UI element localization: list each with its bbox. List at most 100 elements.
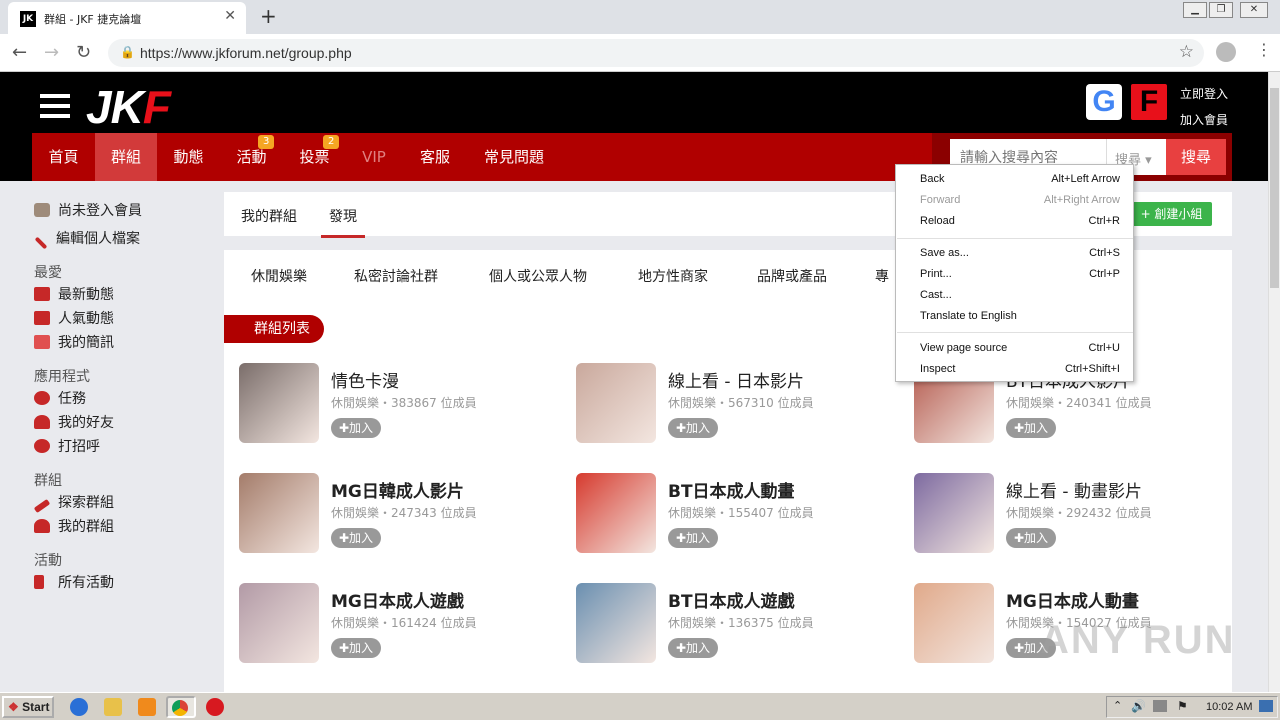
group-name[interactable]: 情色卡漫 [331,367,399,392]
facebook-login-icon[interactable]: F [1131,84,1167,120]
profile-avatar-icon[interactable] [1216,42,1236,62]
media-player-icon[interactable] [138,698,156,716]
join-group-button[interactable]: ✚加入 [668,528,718,548]
sidebar-item-my-groups[interactable]: 我的群組 [34,516,114,536]
sidebar-user[interactable]: 尚未登入會員 [34,200,142,220]
group-thumbnail[interactable] [914,583,994,663]
sidebar-item-popular-feed[interactable]: 人氣動態 [34,308,114,328]
group-name[interactable]: 線上看 - 日本影片 [668,367,804,392]
group-name[interactable]: MG日本成人遊戲 [331,587,464,612]
browser-menu-icon[interactable]: ⋮ [1256,40,1272,59]
category-tab-private[interactable]: 私密討論社群 [354,266,438,286]
nav-events[interactable]: 活動 3 [220,133,283,181]
network-icon[interactable] [1153,700,1167,712]
sidebar-edit-profile-label: 編輯個人檔案 [56,231,140,247]
group-thumbnail[interactable] [576,363,656,443]
nav-support[interactable]: 客服 [402,133,468,181]
group-thumbnail[interactable] [239,363,319,443]
category-tab-brand[interactable]: 品牌或產品 [757,266,827,286]
close-tab-icon[interactable]: ✕ [224,8,236,24]
join-group-button[interactable]: ✚加入 [331,418,381,438]
page-scrollbar-thumb[interactable] [1270,88,1279,288]
group-thumbnail[interactable] [576,583,656,663]
google-login-icon[interactable]: G [1086,84,1122,120]
join-group-button[interactable]: ✚加入 [668,418,718,438]
menu-item-back[interactable]: Back Alt+Left Arrow [920,173,1120,193]
menu-item-view-source[interactable]: View page source Ctrl+U [920,342,1120,362]
sidebar-edit-profile[interactable]: 編輯個人檔案 [34,228,140,250]
start-button[interactable]: ❖ Start [2,696,54,718]
jkf-logo[interactable]: JKF [86,80,171,134]
ie-icon[interactable] [70,698,88,716]
nav-faq[interactable]: 常見問題 [468,133,560,181]
menu-item-cast[interactable]: Cast... [920,289,1120,309]
menu-item-forward[interactable]: Forward Alt+Right Arrow [920,194,1120,214]
forward-arrow-icon[interactable]: → [44,42,59,63]
category-tab-more[interactable]: 專 [875,266,889,286]
register-link[interactable]: 加入會員 [1180,111,1228,128]
search-button[interactable]: 搜尋 [1166,139,1226,175]
group-thumbnail[interactable] [239,473,319,553]
bookmark-star-icon[interactable]: ☆ [1179,42,1194,62]
join-group-button[interactable]: ✚加入 [1006,418,1056,438]
nav-polls[interactable]: 投票 2 [283,133,346,181]
reload-icon[interactable]: ↻ [76,42,91,63]
category-tab-public-figure[interactable]: 個人或公眾人物 [489,266,587,286]
nav-vip[interactable]: VIP [346,133,402,181]
menu-item-print[interactable]: Print... Ctrl+P [920,268,1120,288]
join-group-button[interactable]: ✚加入 [331,528,381,548]
sidebar-item-explore-groups[interactable]: 探索群組 [33,492,114,514]
join-group-button[interactable]: ✚加入 [331,638,381,658]
menu-item-save-as[interactable]: Save as... Ctrl+S [920,247,1120,267]
group-name[interactable]: MG日本成人動畫 [1006,587,1139,612]
sidebar-item-tasks[interactable]: 任務 [34,388,86,408]
minimize-window-button[interactable]: ▁ [1183,2,1207,18]
create-group-button[interactable]: + 創建小組 [1131,202,1212,226]
category-tab-leisure[interactable]: 休閒娛樂 [251,266,307,286]
rocket-icon [33,498,51,514]
nav-home[interactable]: 首頁 [32,133,95,181]
join-label: 加入 [1024,531,1049,545]
sidebar-item-greet[interactable]: 打招呼 [34,436,100,456]
plus-icon: ✚ [338,421,350,435]
url-bar[interactable]: 🔒 https://www.jkforum.net/group.php ☆ [108,39,1204,67]
folder-icon[interactable] [104,698,122,716]
sidebar-item-friends[interactable]: 我的好友 [34,412,114,432]
group-name[interactable]: MG日韓成人影片 [331,477,464,502]
sidebar-user-label: 尚未登入會員 [58,203,142,219]
menu-item-inspect[interactable]: Inspect Ctrl+Shift+I [920,363,1120,383]
sidebar-item-messages[interactable]: 我的簡訊 [34,332,114,352]
close-window-button[interactable]: ✕ [1240,2,1268,18]
volume-icon[interactable]: 🔊 [1131,699,1146,713]
back-arrow-icon[interactable]: ← [12,42,27,63]
menu-item-shortcut: Ctrl+U [1088,342,1120,354]
join-group-button[interactable]: ✚加入 [668,638,718,658]
tray-expand-icon[interactable]: ⌃ [1113,699,1122,712]
flag-icon[interactable]: ⚑ [1177,699,1188,713]
maximize-window-button[interactable]: ❐ [1209,2,1233,18]
sidebar-item-latest-feed[interactable]: 最新動態 [34,284,114,304]
menu-item-reload[interactable]: Reload Ctrl+R [920,215,1120,235]
group-thumbnail[interactable] [239,583,319,663]
nav-feed[interactable]: 動態 [157,133,220,181]
join-group-button[interactable]: ✚加入 [1006,528,1056,548]
show-desktop-icon[interactable] [1259,700,1273,712]
group-name[interactable]: BT日本成人動畫 [668,477,795,502]
group-card: 線上看 - 日本影片 休閒娛樂・567310 位成員 ✚加入 [576,363,896,453]
category-tab-local-business[interactable]: 地方性商家 [638,266,708,286]
new-tab-button[interactable]: + [260,4,277,28]
nav-groups[interactable]: 群組 [95,133,157,181]
hamburger-menu-icon[interactable] [40,94,70,118]
group-name[interactable]: BT日本成人遊戲 [668,587,795,612]
tab-my-groups[interactable]: 我的群組 [241,206,297,226]
url-text[interactable]: https://www.jkforum.net/group.php [140,45,352,61]
group-thumbnail[interactable] [576,473,656,553]
login-link[interactable]: 立即登入 [1180,85,1228,102]
group-thumbnail[interactable] [914,473,994,553]
group-name[interactable]: 線上看 - 動畫影片 [1006,477,1142,502]
menu-item-translate[interactable]: Translate to English [920,310,1120,330]
tab-discover[interactable]: 發現 [321,206,365,238]
sidebar-item-all-events[interactable]: 所有活動 [34,572,114,592]
browser-tab[interactable]: JK 群組 - JKF 捷克論壇 ✕ [8,2,246,34]
stop-icon[interactable] [206,698,224,716]
